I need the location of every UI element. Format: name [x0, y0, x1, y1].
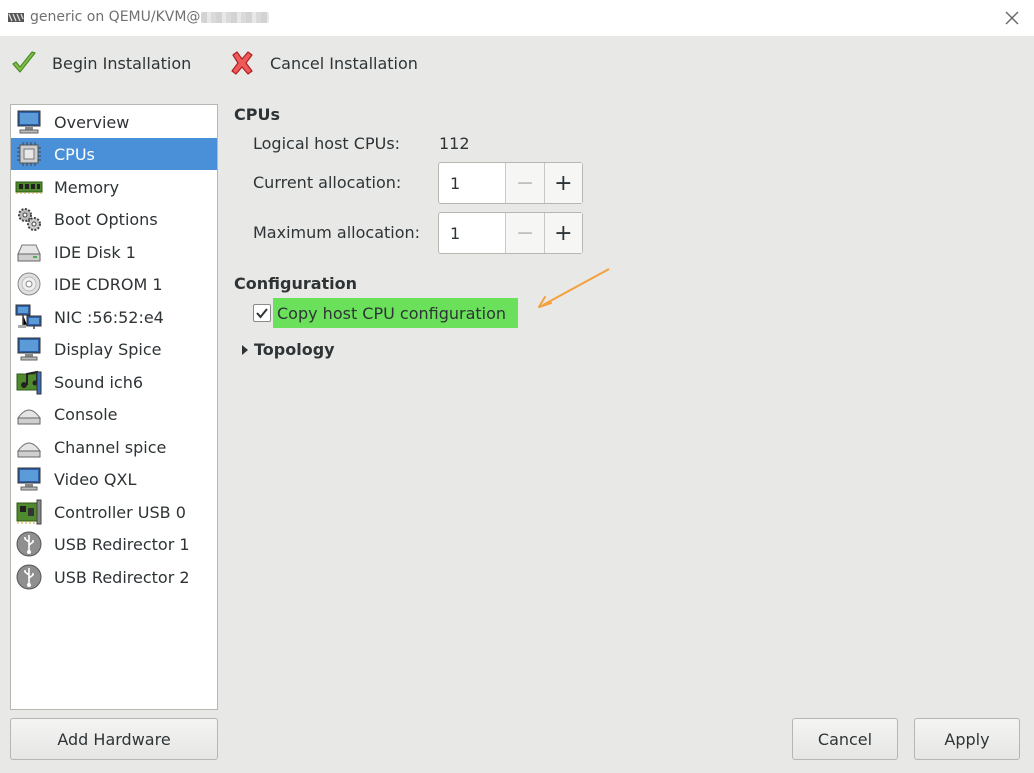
sidebar-item-sound-ich6[interactable]: Sound ich6 — [11, 366, 217, 398]
display-icon — [17, 337, 41, 361]
sidebar-item-display-spice[interactable]: Display Spice — [11, 333, 217, 365]
network-icon — [15, 304, 42, 329]
usb-icon — [16, 564, 42, 590]
sidebar-item-boot-options[interactable]: Boot Options — [11, 203, 217, 235]
current-allocation-spinner: 1 − + — [438, 162, 583, 204]
apply-button[interactable]: Apply — [914, 718, 1020, 760]
controller-icon — [16, 499, 42, 525]
window-title: generic on QEMU/KVM@ — [30, 9, 270, 25]
virt-manager-icon — [8, 13, 24, 22]
cdrom-icon — [17, 272, 41, 296]
maximum-allocation-spinner: 1 − + — [438, 212, 583, 254]
sidebar-item-usb-redirector-2[interactable]: USB Redirector 2 — [11, 561, 217, 593]
configuration-heading: Configuration — [234, 274, 358, 293]
maximum-allocation-label: Maximum allocation: — [253, 223, 421, 242]
gears-icon — [18, 208, 41, 231]
sidebar-item-console[interactable]: Console — [11, 398, 217, 430]
redacted-hostname — [201, 11, 270, 23]
sidebar-item-controller-usb-0[interactable]: Controller USB 0 — [11, 496, 217, 528]
current-allocation-input[interactable]: 1 — [439, 163, 505, 203]
sidebar-item-video-qxl[interactable]: Video QXL — [11, 463, 217, 495]
disk-icon — [17, 244, 41, 262]
copy-host-cpu-row: Copy host CPU configuration — [253, 298, 519, 328]
copy-host-cpu-checkbox[interactable] — [253, 304, 271, 322]
cancel-installation-label: Cancel Installation — [270, 53, 418, 73]
sidebar-item-usb-redirector-1[interactable]: USB Redirector 1 — [11, 528, 217, 560]
toolbar: Begin Installation Cancel Installation — [0, 36, 1034, 92]
cancel-installation-button[interactable]: Cancel Installation — [228, 46, 418, 80]
current-allocation-increment-button[interactable]: + — [543, 163, 582, 203]
sidebar-item-channel-spice[interactable]: Channel spice — [11, 431, 217, 463]
channel-icon — [17, 442, 41, 458]
checkmark-icon — [12, 51, 36, 73]
cancel-x-icon — [231, 51, 253, 75]
copy-host-cpu-label[interactable]: Copy host CPU configuration — [273, 298, 519, 328]
current-allocation-decrement-button[interactable]: − — [505, 163, 544, 203]
sound-icon — [16, 370, 42, 395]
video-icon — [17, 467, 41, 491]
maximum-allocation-input[interactable]: 1 — [439, 213, 505, 253]
topology-label: Topology — [254, 340, 335, 359]
title-bar: generic on QEMU/KVM@ — [0, 0, 1034, 36]
sidebar-item-memory[interactable]: Memory — [11, 171, 217, 203]
sidebar-item-ide-disk-1[interactable]: IDE Disk 1 — [11, 236, 217, 268]
logical-host-cpus-value: 112 — [439, 134, 470, 153]
annotation-arrow-icon — [538, 268, 610, 308]
begin-installation-label: Begin Installation — [52, 53, 192, 73]
logical-host-cpus-label: Logical host CPUs: — [253, 134, 401, 153]
begin-installation-button[interactable]: Begin Installation — [10, 46, 191, 80]
sidebar-item-cpus[interactable]: CPUs — [11, 138, 217, 170]
maximum-allocation-increment-button[interactable]: + — [543, 213, 582, 253]
usb-icon — [16, 531, 42, 557]
topology-expander[interactable]: Topology — [240, 340, 335, 359]
cancel-button[interactable]: Cancel — [792, 718, 898, 760]
monitor-icon — [17, 110, 41, 134]
sidebar-item-overview[interactable]: Overview — [11, 106, 217, 138]
maximum-allocation-decrement-button[interactable]: − — [505, 213, 544, 253]
checkmark-icon — [256, 308, 268, 319]
cpu-icon — [17, 142, 41, 166]
sidebar-item-nic[interactable]: NIC :56:52:e4 — [11, 301, 217, 333]
current-allocation-label: Current allocation: — [253, 173, 402, 192]
expander-arrow-icon — [242, 344, 248, 355]
close-icon[interactable] — [1002, 8, 1022, 28]
console-icon — [17, 409, 41, 425]
cpus-heading: CPUs — [234, 105, 280, 124]
sidebar-item-ide-cdrom-1[interactable]: IDE CDROM 1 — [11, 268, 217, 300]
hardware-list: Overview CPUs Memory Boot Options IDE Di… — [10, 104, 218, 710]
add-hardware-button[interactable]: Add Hardware — [10, 718, 218, 760]
memory-icon — [15, 181, 43, 194]
